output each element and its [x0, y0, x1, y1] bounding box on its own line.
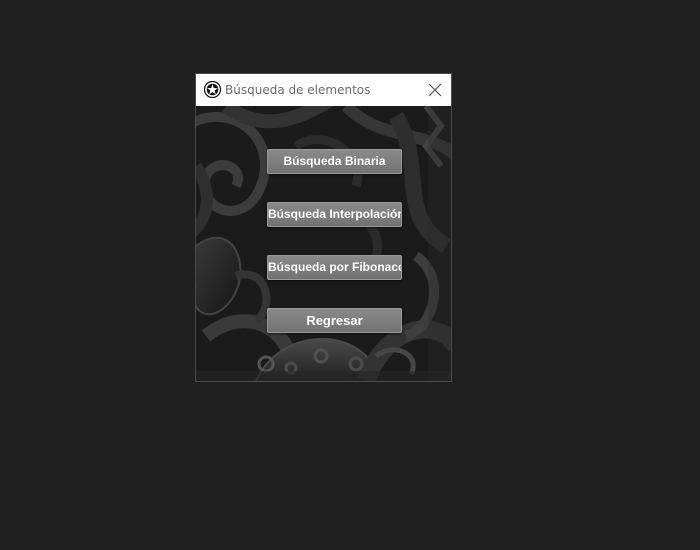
- window-content: Búsqueda Binaria Búsqueda Interpolación …: [196, 106, 451, 381]
- back-button[interactable]: Regresar: [267, 308, 402, 333]
- ornamental-background-image: [196, 106, 451, 381]
- fibonacci-search-button[interactable]: Búsqueda por Fibonacci: [267, 255, 402, 280]
- binary-search-button[interactable]: Búsqueda Binaria: [267, 149, 402, 174]
- app-window: Búsqueda de elementos Búsqueda Binaria B…: [195, 73, 452, 382]
- interpolation-search-button[interactable]: Búsqueda Interpolación: [267, 202, 402, 227]
- title-bar[interactable]: Búsqueda de elementos: [196, 74, 451, 106]
- window-title: Búsqueda de elementos: [225, 83, 371, 97]
- close-icon: [428, 83, 442, 97]
- app-logo-icon: [203, 80, 222, 99]
- close-button[interactable]: [419, 74, 451, 106]
